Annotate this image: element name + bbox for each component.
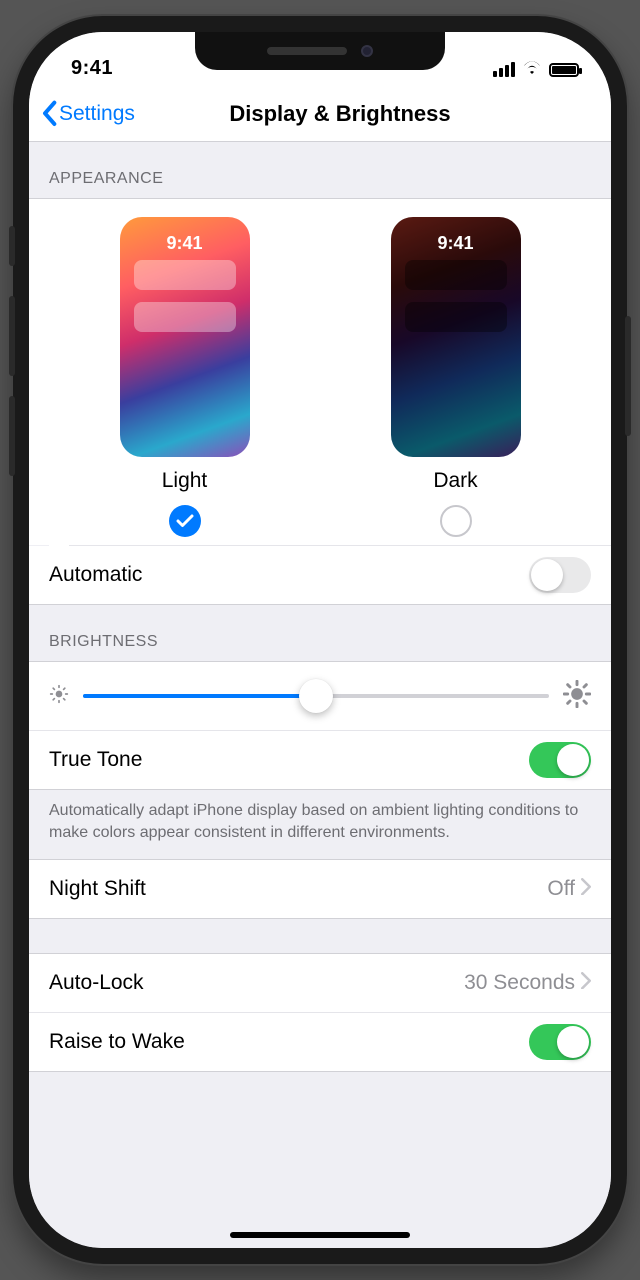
screen: 9:41 Settings Display & Brightness APPEA…: [29, 32, 611, 1248]
brightness-cell: [29, 661, 611, 730]
page-title: Display & Brightness: [189, 101, 450, 127]
chevron-right-icon: [581, 877, 591, 901]
speaker-grille: [267, 47, 347, 55]
notch: [195, 32, 445, 70]
automatic-toggle[interactable]: [529, 557, 591, 593]
appearance-option-dark[interactable]: 9:41 Dark: [366, 217, 546, 537]
chevron-left-icon: [41, 100, 57, 127]
automatic-label: Automatic: [49, 563, 142, 587]
raise-to-wake-row: Raise to Wake: [29, 1012, 611, 1071]
status-time: 9:41: [71, 57, 113, 80]
preview-time: 9:41: [391, 233, 521, 254]
light-preview: 9:41: [120, 217, 250, 457]
light-radio[interactable]: [169, 505, 201, 537]
night-shift-value: Off: [547, 877, 575, 901]
chevron-right-icon: [581, 971, 591, 995]
true-tone-row: True Tone: [29, 730, 611, 790]
brightness-slider[interactable]: [83, 678, 549, 714]
brightness-high-icon: [563, 680, 591, 713]
dark-preview: 9:41: [391, 217, 521, 457]
raise-to-wake-label: Raise to Wake: [49, 1030, 185, 1054]
appearance-selector: 9:41 Light 9:41 Dark: [29, 198, 611, 545]
cellular-signal-icon: [493, 62, 515, 77]
night-shift-label: Night Shift: [49, 877, 146, 901]
nav-bar: Settings Display & Brightness: [29, 86, 611, 142]
true-tone-label: True Tone: [49, 748, 142, 772]
raise-to-wake-toggle[interactable]: [529, 1024, 591, 1060]
auto-lock-row[interactable]: Auto-Lock 30 Seconds: [29, 954, 611, 1012]
automatic-row: Automatic: [29, 546, 611, 605]
dark-label: Dark: [433, 469, 477, 493]
battery-icon: [549, 63, 579, 77]
check-icon: [176, 514, 194, 528]
light-label: Light: [162, 469, 208, 493]
auto-lock-label: Auto-Lock: [49, 971, 144, 995]
true-tone-footer: Automatically adapt iPhone display based…: [29, 790, 611, 859]
volume-down-button: [9, 396, 15, 476]
volume-up-button: [9, 296, 15, 376]
front-camera: [361, 45, 373, 57]
appearance-option-light[interactable]: 9:41 Light: [95, 217, 275, 537]
wifi-icon: [521, 59, 543, 80]
section-header-appearance: APPEARANCE: [29, 142, 611, 198]
settings-content[interactable]: APPEARANCE 9:41 Light 9:41: [29, 142, 611, 1248]
phone-frame: 9:41 Settings Display & Brightness APPEA…: [13, 16, 627, 1264]
section-header-brightness: BRIGHTNESS: [29, 605, 611, 661]
preview-time: 9:41: [120, 233, 250, 254]
mute-switch: [9, 226, 15, 266]
dark-radio[interactable]: [440, 505, 472, 537]
side-button: [625, 316, 631, 436]
brightness-low-icon: [49, 684, 69, 709]
true-tone-toggle[interactable]: [529, 742, 591, 778]
night-shift-row[interactable]: Night Shift Off: [29, 860, 611, 918]
back-button[interactable]: Settings: [41, 100, 135, 127]
auto-lock-value: 30 Seconds: [464, 971, 575, 995]
home-indicator[interactable]: [230, 1232, 410, 1238]
back-label: Settings: [59, 102, 135, 126]
